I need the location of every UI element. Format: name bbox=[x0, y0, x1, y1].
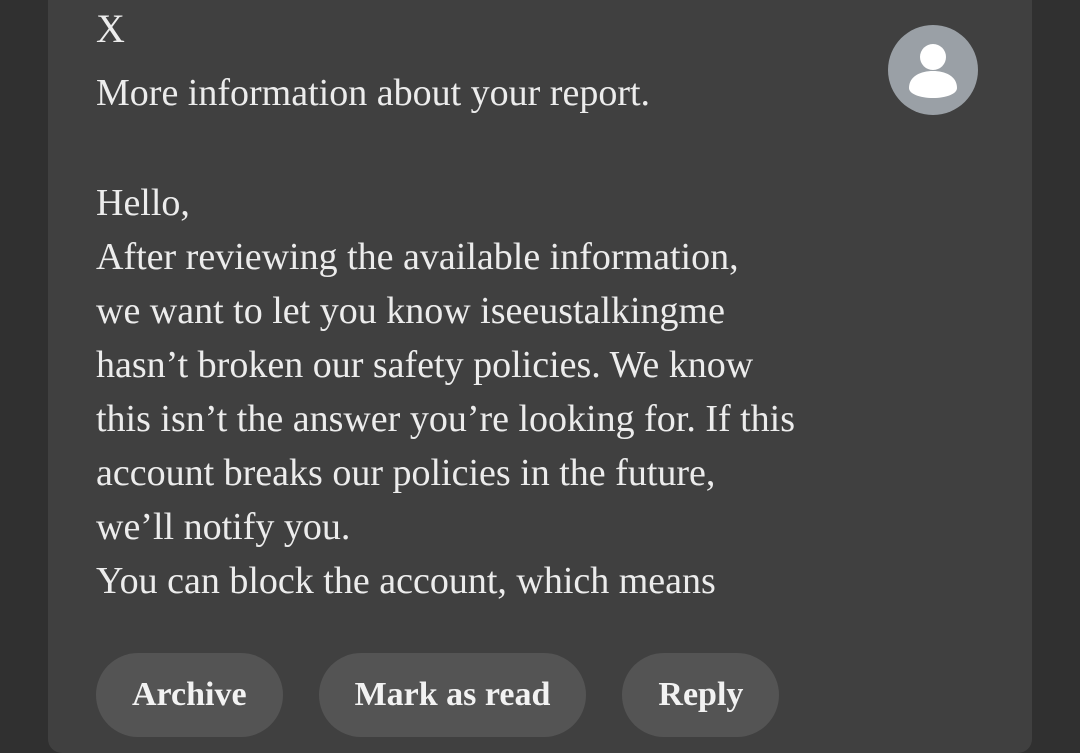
body-line: After reviewing the available informatio… bbox=[96, 236, 739, 278]
mark-as-read-button[interactable]: Mark as read bbox=[318, 653, 587, 737]
body-line: this isn’t the answer you’re looking for… bbox=[96, 398, 796, 440]
body-line: we’ll notify you. bbox=[96, 506, 351, 548]
reply-button[interactable]: Reply bbox=[622, 653, 780, 737]
person-icon bbox=[888, 25, 978, 115]
email-subject: More information about your report. bbox=[96, 72, 651, 114]
body-line: You can block the account, which means bbox=[96, 560, 716, 602]
body-line: account breaks our policies in the futur… bbox=[96, 452, 716, 494]
email-body: Hello, After reviewing the available inf… bbox=[96, 176, 896, 608]
screen: X More information about your report. He… bbox=[0, 0, 1080, 753]
archive-button[interactable]: Archive bbox=[96, 653, 283, 737]
sender-name: X bbox=[96, 6, 125, 51]
body-line-greeting: Hello, bbox=[96, 182, 190, 224]
notification-card[interactable]: X More information about your report. He… bbox=[48, 0, 1032, 753]
body-line: hasn’t broken our safety policies. We kn… bbox=[96, 344, 754, 386]
body-line: we want to let you know iseeustalkingme bbox=[96, 290, 725, 332]
action-buttons: Archive Mark as read Reply bbox=[96, 653, 780, 737]
